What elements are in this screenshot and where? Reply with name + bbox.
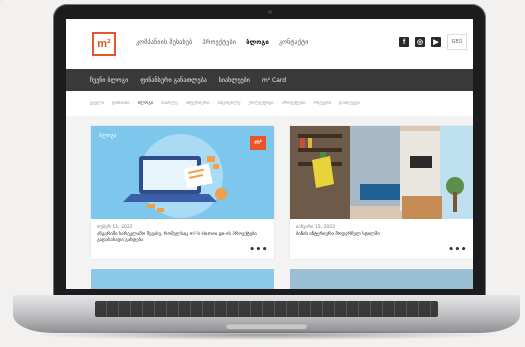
sub-nav: ჩვენი ბლოგი ფინანსური განათლება სიახლეებ…	[66, 69, 473, 91]
filter-item[interactable]: პროექტები	[282, 101, 306, 111]
language-switcher[interactable]: GEO	[447, 34, 467, 50]
subnav-item-our-blog[interactable]: ჩვენი ბლოგი	[90, 77, 128, 84]
nav-item-projects[interactable]: პროექტები	[202, 39, 236, 46]
nav-item-company[interactable]: კომპანიის შესახებ	[136, 39, 192, 46]
site-header: m² კომპანიის შესახებ პროექტები ბლოგი კონ…	[66, 19, 473, 69]
blog-card[interactable]: იანვარი 15, 2023 ბინის ინტერიერი მოდერნუ…	[290, 126, 473, 259]
laptop-base	[13, 295, 520, 333]
card-brand-logo: m²	[250, 136, 266, 150]
filter-item[interactable]: ინტერიერი	[186, 101, 210, 111]
filter-item[interactable]: ყველა	[90, 101, 104, 111]
nav-item-contact[interactable]: კონტაქტი	[279, 39, 309, 46]
blog-card[interactable]: ბლოგი m² თებერ 11, 2022 ანგარიში სარეკლა…	[91, 126, 274, 259]
social-links: f ◎ ▶	[399, 37, 441, 47]
top-nav: კომპანიის შესახებ პროექტები ბლოგი კონტაქ…	[136, 39, 309, 46]
filter-item[interactable]: ქოლექტივი	[248, 101, 273, 111]
subnav-item-financial-education[interactable]: ფინანსური განათლება	[140, 77, 207, 84]
card-title[interactable]: ბინის ინტერიერი მოდერნულ სტილში	[296, 232, 461, 238]
card-date: იანვარი 15, 2023	[296, 225, 335, 230]
laptop-documents-illustration	[123, 134, 227, 218]
subnav-item-m2-card[interactable]: m² Card	[262, 77, 286, 84]
facebook-icon[interactable]: f	[399, 37, 409, 47]
card-category-tag: ბლოგი	[99, 133, 117, 139]
more-options-icon[interactable]: •••	[249, 245, 268, 255]
card-illustration: ბლოგი m²	[91, 126, 274, 219]
filter-item[interactable]: დაზღვევა	[339, 101, 360, 111]
nav-item-blog[interactable]: ბლოგი	[246, 39, 269, 46]
filter-item[interactable]: სიცოცხლე	[218, 101, 241, 111]
youtube-icon[interactable]: ▶	[431, 37, 441, 47]
filter-item[interactable]: დიზაინი	[112, 101, 130, 111]
interior-photo	[290, 126, 473, 219]
webcam-icon	[267, 10, 272, 14]
card-title[interactable]: ანგარიში სარეკლამო შევასე, რომელსაც m²-ს…	[97, 232, 262, 244]
card-photo	[290, 126, 473, 219]
instagram-icon[interactable]: ◎	[415, 37, 425, 47]
laptop-lid: m² კომპანიის შესახებ პროექტები ბლოგი კონ…	[53, 4, 486, 300]
filter-item-active[interactable]: ბლოგი	[138, 101, 154, 111]
keyboard	[95, 301, 438, 317]
filter-item[interactable]: რჩევები	[313, 101, 330, 111]
card-date: თებერ 11, 2022	[97, 225, 133, 230]
more-options-icon[interactable]: •••	[448, 245, 467, 255]
filter-item[interactable]: სიახლე	[161, 101, 177, 111]
subnav-item-news[interactable]: სიახლეები	[219, 77, 250, 84]
laptop-shadow	[30, 330, 500, 340]
trackpad	[226, 323, 307, 329]
blog-card-next[interactable]	[91, 269, 274, 289]
category-filter-bar: ყველა დიზაინი ბლოგი სიახლე ინტერიერი სიც…	[90, 101, 460, 111]
laptop-screen: m² კომპანიის შესახებ პროექტები ბლოგი კონ…	[66, 19, 473, 289]
blog-card-next[interactable]	[290, 269, 473, 289]
site-logo[interactable]: m²	[92, 32, 116, 56]
